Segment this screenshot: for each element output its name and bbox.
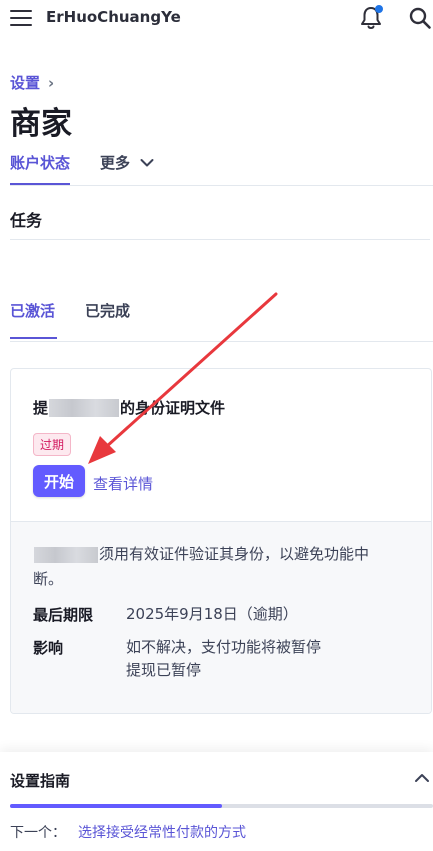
top-bar: ErHuoChuangYe: [0, 0, 433, 40]
task-title-prefix: 提: [33, 399, 49, 417]
status-badge: 过期: [33, 433, 72, 456]
impact-line-1: 如不解决，支付功能将被暂停: [126, 638, 322, 656]
chevron-down-icon: [140, 158, 154, 166]
tab-completed[interactable]: 已完成: [85, 300, 130, 321]
search-icon[interactable]: [408, 6, 432, 30]
task-title: 提 的身份证明文件: [33, 397, 225, 418]
deadline-value: 2025年9月18日（逾期）: [126, 605, 298, 623]
app-name: ErHuoChuangYe: [46, 8, 181, 26]
divider: [10, 239, 430, 240]
next-step-label: 下一个：: [10, 825, 66, 841]
page-title: 商家: [10, 106, 72, 142]
breadcrumb-settings[interactable]: 设置: [10, 72, 40, 93]
deadline-label: 最后期限: [33, 606, 94, 624]
breadcrumb: 设置 ›: [10, 72, 54, 93]
start-button[interactable]: 开始: [33, 465, 85, 497]
task-description: 须用有效证件验证其身份，以避免功能中断。: [33, 542, 393, 592]
impact-label: 影响: [33, 639, 64, 657]
chevron-right-icon: ›: [48, 73, 55, 92]
setup-guide: 设置指南 下一个： 选择接受经常性付款的方式: [0, 752, 433, 851]
tab-active[interactable]: 已激活: [10, 300, 57, 339]
view-details-link[interactable]: 查看详情: [93, 473, 153, 494]
redacted-text: [34, 546, 98, 563]
tab-more[interactable]: 更多: [100, 152, 154, 173]
notification-dot: [375, 5, 383, 13]
main-tabs: 账户状态 更多: [10, 150, 433, 186]
next-step-link[interactable]: 选择接受经常性付款的方式: [78, 822, 246, 842]
redacted-text: [49, 398, 120, 417]
chevron-up-icon[interactable]: [414, 770, 430, 786]
task-title-suffix: 的身份证明文件: [120, 399, 226, 417]
task-tabs: 已激活 已完成: [10, 298, 433, 342]
task-card: 提 的身份证明文件 过期 开始 查看详情 须用有效证件验证其身份，以避免功能中断…: [10, 368, 432, 714]
menu-icon[interactable]: [10, 10, 32, 28]
setup-progress-fill: [10, 804, 222, 808]
setup-progress-bar: [10, 804, 433, 808]
setup-guide-title[interactable]: 设置指南: [10, 770, 70, 791]
tab-more-label: 更多: [100, 154, 131, 172]
task-details-panel: 须用有效证件验证其身份，以避免功能中断。 最后期限 2025年9月18日（逾期）…: [11, 521, 431, 713]
impact-line-2: 提现已暂停: [126, 661, 202, 679]
tab-account-status[interactable]: 账户状态: [10, 152, 71, 185]
tasks-heading: 任务: [10, 211, 43, 230]
